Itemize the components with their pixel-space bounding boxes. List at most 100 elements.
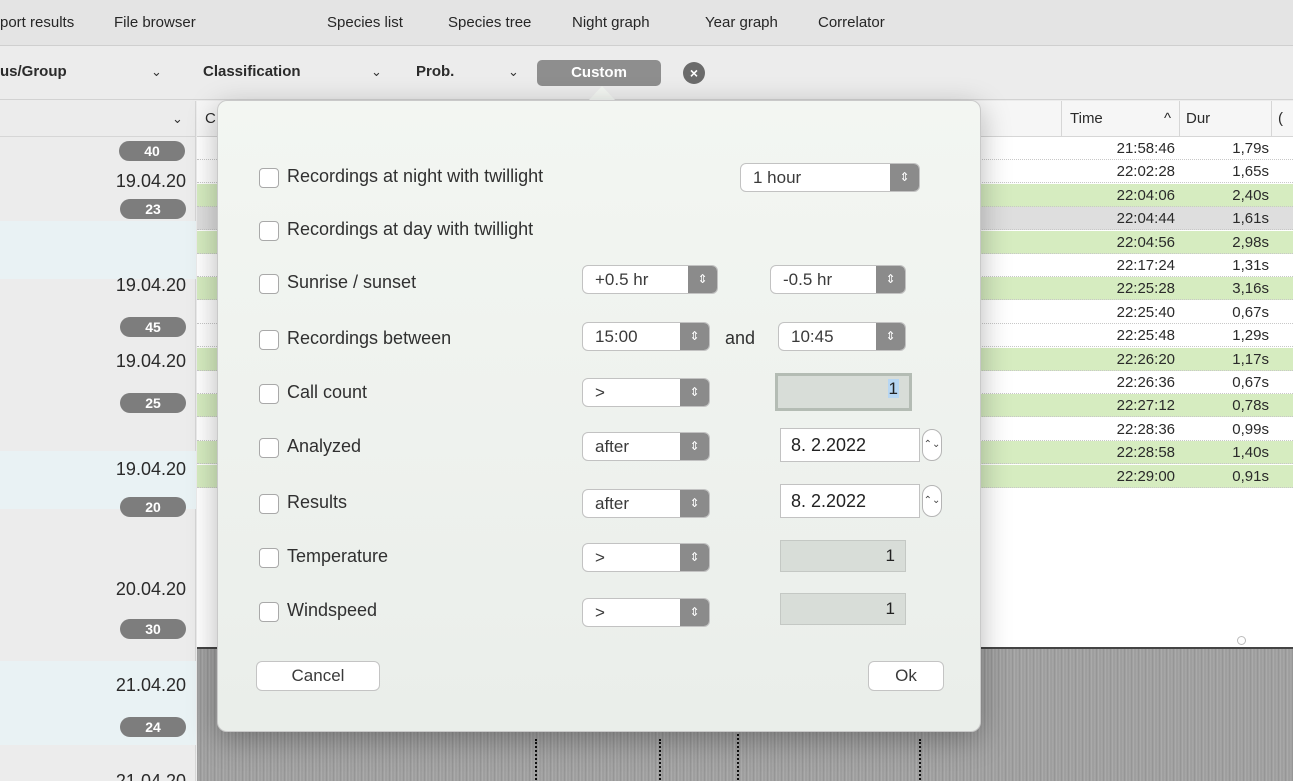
date-text: 19.04.20 (115, 275, 186, 295)
windspeed-field[interactable]: 1 (780, 593, 906, 625)
call-count-field[interactable]: 1 (775, 373, 912, 411)
chevron-down-icon[interactable]: ⌄ (151, 64, 162, 80)
duration-cell: 1,31s (1232, 257, 1269, 274)
temperature-operator-select[interactable]: > ⇕ (582, 543, 710, 572)
tab-correlator[interactable]: Correlator (818, 14, 885, 31)
column-header-dur[interactable]: Dur (1179, 101, 1271, 137)
date-stepper-icon[interactable]: ⌃⌄ (922, 485, 942, 517)
column-header-extra[interactable]: ( (1271, 101, 1293, 137)
date-list: ⌄ 40 19.04.20 23 19.04.20 45 19.04.20 25… (0, 101, 196, 781)
between-end-select[interactable]: 10:45 ⇕ (778, 322, 906, 351)
duration-cell: 0,67s (1232, 303, 1269, 321)
date-text: 19.04.20 (115, 171, 186, 191)
temperature-checkbox[interactable] (259, 548, 279, 568)
between-start-value: 15:00 (595, 327, 638, 346)
duration-cell: 0,67s (1232, 374, 1269, 391)
results-operator: after (595, 494, 630, 513)
recordings-between-label: Recordings between (287, 328, 452, 348)
scroll-indicator[interactable] (1237, 636, 1246, 645)
stepper-icon: ⇕ (876, 323, 905, 350)
date-text: 19.04.20 (115, 459, 186, 479)
date-text: 21.04.20 (115, 771, 186, 781)
tab-species-tree[interactable]: Species tree (448, 14, 531, 31)
date-list-item[interactable]: 20.04.20 30 (0, 567, 196, 639)
date-text: 19.04.20 (115, 351, 186, 371)
group-filter-label[interactable]: us/Group (0, 63, 67, 80)
call-marker (659, 739, 661, 781)
night-twilight-checkbox[interactable] (259, 168, 279, 188)
sunset-offset-select[interactable]: -0.5 hr ⇕ (770, 265, 906, 294)
stepper-icon: ⇕ (688, 266, 717, 293)
time-cell: 22:25:48 (1116, 327, 1175, 345)
date-list-item[interactable]: 19.04.20 20 (0, 451, 196, 517)
duration-cell: 2,98s (1232, 233, 1269, 251)
stepper-icon: ⇕ (680, 490, 709, 517)
tab-species-list[interactable]: Species list (327, 14, 403, 31)
duration-cell: 3,16s (1232, 280, 1269, 298)
duration-cell: 1,17s (1232, 350, 1269, 368)
between-start-select[interactable]: 15:00 ⇕ (582, 322, 710, 351)
duration-cell: 0,91s (1232, 467, 1269, 485)
sunrise-offset-value: +0.5 hr (595, 270, 649, 289)
tab-night-graph[interactable]: Night graph (572, 14, 650, 31)
column-header-time[interactable]: Time ^ (1061, 101, 1179, 137)
sunrise-sunset-checkbox[interactable] (259, 274, 279, 294)
analyzed-date-field[interactable]: 8. 2.2022 (780, 428, 920, 462)
chevron-down-icon[interactable]: ⌄ (371, 64, 382, 80)
ok-button[interactable]: Ok (868, 661, 944, 691)
tab-bar: port results File browser Species list S… (0, 0, 1293, 46)
duration-cell: 2,40s (1232, 186, 1269, 204)
sunrise-offset-select[interactable]: +0.5 hr ⇕ (582, 265, 718, 294)
results-operator-select[interactable]: after ⇕ (582, 489, 710, 518)
date-list-item[interactable]: 21.04.20 (0, 769, 196, 781)
night-twilight-select[interactable]: 1 hour ⇕ (740, 163, 920, 192)
night-twilight-label: Recordings at night with twillight (287, 166, 544, 186)
stepper-icon: ⇕ (890, 164, 919, 191)
day-twilight-label: Recordings at day with twillight (287, 219, 534, 239)
windspeed-checkbox[interactable] (259, 602, 279, 622)
classification-filter-label[interactable]: Classification (203, 63, 301, 80)
date-list-item[interactable]: 19.04.20 25 (0, 335, 196, 413)
tab-export-results[interactable]: port results (0, 14, 74, 31)
day-twilight-checkbox[interactable] (259, 221, 279, 241)
time-cell: 22:04:44 (1116, 210, 1175, 228)
date-list-item[interactable]: 19.04.20 45 (0, 221, 196, 337)
results-checkbox[interactable] (259, 494, 279, 514)
call-count-checkbox[interactable] (259, 384, 279, 404)
cancel-button[interactable]: Cancel (256, 661, 380, 691)
call-count-operator-select[interactable]: > ⇕ (582, 378, 710, 407)
call-count-label: Call count (287, 382, 368, 402)
temperature-field[interactable]: 1 (780, 540, 906, 572)
recordings-between-checkbox[interactable] (259, 330, 279, 350)
call-marker (919, 739, 921, 781)
time-header-label: Time (1070, 110, 1103, 127)
popover-arrow (588, 86, 616, 101)
count-badge: 30 (120, 619, 186, 639)
date-list-header[interactable]: ⌄ (0, 101, 196, 137)
time-cell: 22:29:00 (1116, 467, 1175, 485)
results-date-field[interactable]: 8. 2.2022 (780, 484, 920, 518)
sort-ascending-icon: ^ (1163, 110, 1171, 127)
custom-filter-button[interactable]: Custom (537, 60, 661, 86)
date-list-item[interactable]: 21.04.20 24 (0, 661, 196, 745)
chevron-down-icon[interactable]: ⌄ (172, 111, 183, 127)
tab-year-graph[interactable]: Year graph (705, 14, 778, 31)
time-cell: 21:58:46 (1116, 140, 1175, 157)
sunset-offset-value: -0.5 hr (783, 270, 833, 289)
analyzed-operator-select[interactable]: after ⇕ (582, 432, 710, 461)
tab-file-browser[interactable]: File browser (114, 14, 196, 31)
clear-filter-icon[interactable]: × (683, 62, 705, 84)
windspeed-operator: > (595, 603, 605, 622)
stepper-icon: ⇕ (876, 266, 905, 293)
stepper-icon: ⇕ (680, 433, 709, 460)
chevron-down-icon[interactable]: ⌄ (508, 64, 519, 80)
prob-filter-label[interactable]: Prob. (416, 63, 454, 80)
time-cell: 22:04:06 (1116, 186, 1175, 204)
date-list-item[interactable]: 19.04.20 23 (0, 163, 196, 221)
analyzed-checkbox[interactable] (259, 438, 279, 458)
time-cell: 22:28:58 (1116, 444, 1175, 462)
date-stepper-icon[interactable]: ⌃⌄ (922, 429, 942, 461)
duration-cell: 1,61s (1232, 210, 1269, 228)
date-text: 20.04.20 (115, 579, 186, 599)
windspeed-operator-select[interactable]: > ⇕ (582, 598, 710, 627)
